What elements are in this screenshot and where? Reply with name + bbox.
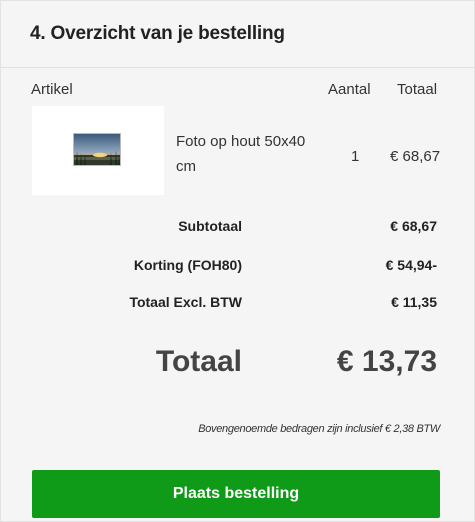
panel-title: 4. Overzicht van je bestelling [30, 23, 285, 44]
order-summary-panel: 4. Overzicht van je bestelling Artikel A… [0, 0, 475, 522]
product-quantity: 1 [351, 148, 360, 165]
column-header-totaal: Totaal [397, 81, 438, 98]
product-total: € 68,67 [390, 148, 441, 165]
discount-label: Korting (FOH80) [133, 257, 242, 273]
column-header-artikel: Artikel [31, 81, 73, 98]
total-excl-vat-label: Totaal Excl. BTW [129, 294, 242, 310]
column-header-aantal: Aantal [328, 81, 371, 98]
subtotal-value: € 68,67 [390, 218, 437, 234]
product-name: Foto op hout 50x40 cm [176, 133, 306, 175]
panel-header: 4. Overzicht van je bestelling [1, 1, 474, 68]
place-order-button[interactable]: Plaats bestelling [32, 470, 440, 518]
subtotal-label: Subtotaal [178, 218, 242, 234]
order-item-row: Foto op hout 50x40 cm 1 € 68,67 [1, 101, 474, 201]
grand-total-value: € 13,73 [336, 345, 437, 378]
product-thumbnail-frame [32, 106, 164, 195]
discount-value: € 54,94- [385, 257, 437, 273]
sunset-landscape-photo-icon [73, 133, 121, 166]
grand-total-label: Totaal [155, 345, 242, 378]
vat-note: Bovengenoemde bedragen zijn inclusief € … [198, 423, 440, 435]
total-excl-vat-value: € 11,35 [391, 294, 437, 310]
